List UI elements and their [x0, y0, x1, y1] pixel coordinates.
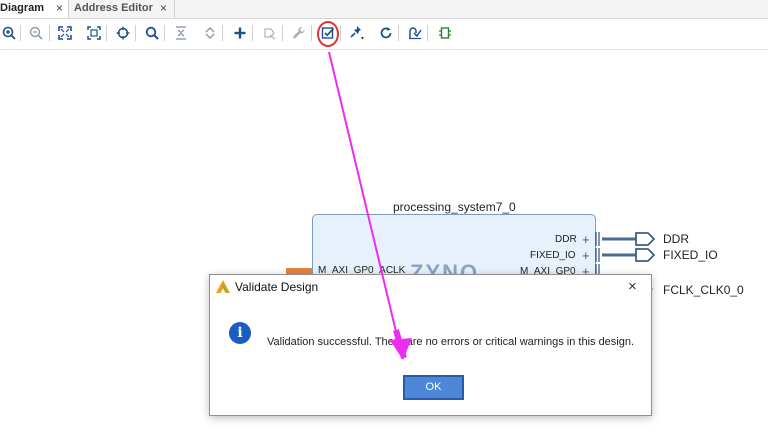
zoom-out-icon[interactable]	[27, 24, 45, 42]
ok-button[interactable]: OK	[403, 375, 464, 400]
external-port-ddr[interactable]: DDR	[663, 232, 689, 246]
connection-icon[interactable]	[406, 24, 424, 42]
search-icon[interactable]	[143, 24, 161, 42]
toolbar-separator	[49, 25, 50, 41]
toolbar-separator	[20, 25, 21, 41]
vivado-logo-icon	[216, 280, 230, 293]
close-icon[interactable]: ×	[628, 278, 637, 295]
external-port-fixed-io[interactable]: FIXED_IO	[663, 248, 718, 262]
external-port-fclk-clk0[interactable]: FCLK_CLK0_0	[663, 283, 744, 297]
toolbar-separator	[311, 25, 312, 41]
crosshair-icon[interactable]	[114, 24, 132, 42]
wrench-icon[interactable]	[290, 24, 308, 42]
zoom-in-icon[interactable]	[0, 24, 18, 42]
toolbar-separator	[398, 25, 399, 41]
arrow-icon[interactable]	[261, 24, 279, 42]
tab-diagram-close-icon[interactable]: ×	[56, 0, 63, 16]
toolbar-separator	[106, 25, 107, 41]
toolbar-separator	[252, 25, 253, 41]
tab-diagram-label: Diagram	[0, 2, 45, 14]
validate-design-dialog: Validate Design × i Validation successfu…	[209, 274, 652, 416]
port-fixed-io[interactable]: FIXED_IO	[530, 250, 576, 261]
info-icon: i	[229, 322, 251, 344]
tab-bar: Diagram × Address Editor ×	[0, 0, 768, 19]
tab-address-editor-label: Address Editor	[74, 2, 153, 14]
validation-message: Validation successful. There are no erro…	[267, 336, 635, 348]
block-title: processing_system7_0	[393, 200, 516, 214]
fit-icon[interactable]	[56, 24, 74, 42]
highlight-ring	[317, 21, 339, 47]
pin-icon[interactable]	[348, 24, 366, 42]
expand-icon[interactable]	[201, 24, 219, 42]
port-ddr[interactable]: DDR	[555, 234, 577, 245]
toolbar-separator	[222, 25, 223, 41]
dialog-title: Validate Design	[235, 280, 319, 294]
fit-selection-icon[interactable]	[85, 24, 103, 42]
expand-port-icon[interactable]: +	[582, 249, 590, 262]
toolbar-separator	[340, 25, 341, 41]
diagram-toolbar	[0, 19, 768, 50]
toolbar-separator	[427, 25, 428, 41]
dialog-title-bar[interactable]: Validate Design ×	[210, 275, 651, 299]
chip-icon[interactable]	[436, 24, 454, 42]
toolbar-separator	[282, 25, 283, 41]
tab-diagram[interactable]: Diagram ×	[0, 0, 69, 18]
refresh-icon[interactable]	[377, 24, 395, 42]
expand-port-icon[interactable]: +	[582, 233, 590, 246]
tab-address-editor[interactable]: Address Editor ×	[70, 0, 175, 18]
dialog-body: i Validation successful. There are no er…	[210, 299, 651, 415]
toolbar-separator	[164, 25, 165, 41]
toolbar-separator	[135, 25, 136, 41]
plus-icon[interactable]	[231, 24, 249, 42]
tab-address-editor-close-icon[interactable]: ×	[160, 0, 167, 16]
collapse-icon[interactable]	[172, 24, 190, 42]
